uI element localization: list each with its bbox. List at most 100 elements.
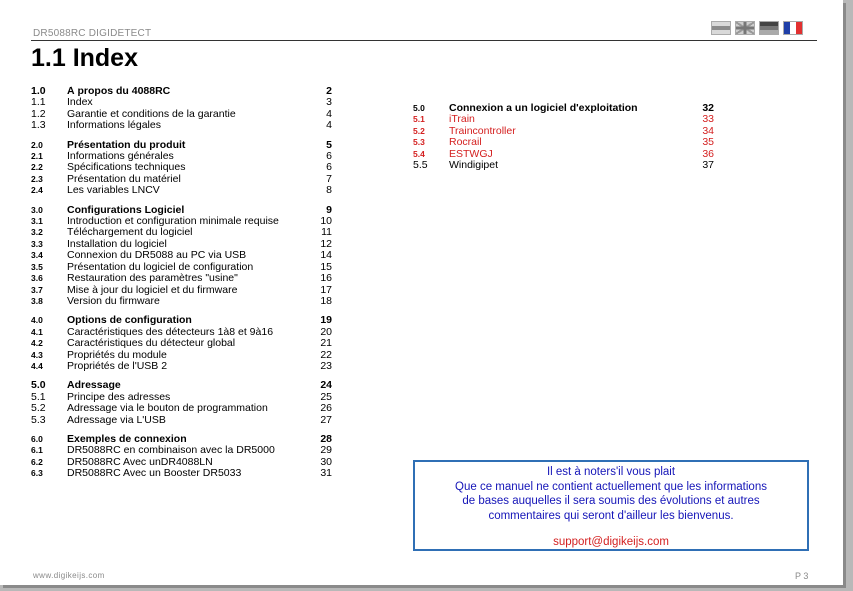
toc-entry[interactable]: 5.0 Adressage 24 [31, 379, 332, 391]
toc-group-gap [31, 197, 332, 205]
toc-entry-title: Adressage via le bouton de programmation [67, 403, 268, 415]
toc-entry[interactable]: 5.1 Principe des adresses 25 [31, 391, 332, 403]
toc-entry[interactable]: 2.1 Informations générales 6 [31, 150, 332, 162]
toc-entry[interactable]: 1.1 Index 3 [31, 96, 332, 108]
language-flags [711, 21, 803, 35]
toc-entry-number: 3.0 [31, 204, 43, 215]
toc-entry[interactable]: 4.2 Caractéristiques du détecteur global 2… [31, 337, 332, 350]
toc-entry[interactable]: 5.5 Windigipet 37 [413, 159, 714, 172]
toc-entry[interactable]: 5.1 iTrain 33 [413, 113, 714, 126]
german-flag-icon[interactable] [759, 21, 779, 35]
toc-entry-page: 8 [326, 184, 332, 197]
toc-entry[interactable]: 5.4 ESTWGJ 36 [413, 148, 714, 160]
toc-entry[interactable]: 6.1 DR5088RC en combinaison avec la DR500… [31, 444, 332, 456]
toc-entry-number: 5.0 [413, 103, 425, 113]
toc-entry-number: 5.1 [413, 114, 425, 125]
toc-entry-title: Introduction et configuration minimale r… [67, 216, 279, 228]
toc-entry[interactable]: 3.8 Version du firmware 18 [31, 295, 332, 307]
toc-entry[interactable]: 6.2 DR5088RC Avec unDR4088LN 30 [31, 456, 332, 468]
toc-entry[interactable]: 3.5 Présentation du logiciel de configura… [31, 261, 332, 273]
uk-flag-icon[interactable] [735, 21, 755, 35]
toc-entry[interactable]: 2.3 Présentation du matériel 7 [31, 173, 332, 185]
toc-entry-number: 6.1 [31, 445, 43, 456]
toc-entry-number: 6.2 [31, 456, 43, 467]
footer-website: www.digikeijs.com [33, 571, 105, 580]
toc-entry-number: 4.4 [31, 360, 43, 371]
toc-entry-title: Windigipet [449, 160, 499, 172]
toc-group-gap [31, 372, 332, 380]
toc-entry[interactable]: 2.4 Les variables LNCV 8 [31, 184, 332, 197]
toc-entry-number: 2.3 [31, 173, 43, 184]
dutch-flag-icon[interactable] [711, 21, 731, 35]
toc-entry-number: 6.3 [31, 468, 43, 479]
header-divider [31, 40, 817, 41]
header-brand: DR5088RC DIGIDETECT [33, 28, 152, 39]
toc-entry-number: 2.1 [31, 151, 43, 162]
toc-entry[interactable]: 3.7 Mise à jour du logiciel et du firmwar… [31, 284, 332, 296]
toc-entry-number: 4.0 [31, 315, 43, 326]
page-title: 1.1 Index [31, 44, 138, 72]
toc-entry[interactable]: 3.4 Connexion du DR5088 au PC via USB 14 [31, 249, 332, 262]
toc-right-column: 5.0 Connexion a un logiciel d'exploitatio… [413, 102, 714, 172]
toc-entry[interactable]: 4.4 Propriétés de l'USB 2 23 [31, 359, 332, 372]
toc-entry-title: ESTWGJ [449, 148, 493, 160]
toc-entry-page: 23 [320, 359, 332, 372]
french-flag-icon[interactable] [783, 21, 803, 35]
toc-entry[interactable]: 4.1 Caractéristiques des détecteurs 1à8 e… [31, 326, 332, 338]
toc-entry[interactable]: 5.2 Traincontroller 34 [413, 125, 714, 137]
toc-entry-title: Installation du logiciel [67, 238, 167, 250]
support-email-link[interactable]: support@digikeijs.com [415, 535, 807, 550]
toc-entry[interactable]: 6.0 Exemples de connexion 28 [31, 433, 332, 445]
toc-entry-number: 4.2 [31, 338, 43, 349]
toc-entry-number: 3.8 [31, 295, 43, 306]
toc-entry-title: Exemples de connexion [67, 433, 187, 445]
toc-entry-number: 3.4 [31, 250, 43, 261]
toc-entry-page: 16 [320, 272, 332, 285]
toc-entry[interactable]: 6.3 DR5088RC Avec un Booster DR5033 31 [31, 467, 332, 480]
toc-entry[interactable]: 4.3 Propriétés du module 22 [31, 349, 332, 361]
notice-line: de bases auquelles il sera soumis des év… [462, 495, 760, 507]
toc-entry[interactable]: 3.1 Introduction et configuration minimal… [31, 215, 332, 228]
toc-entry[interactable]: 3.6 Restauration des paramètres "usine" 16 [31, 272, 332, 285]
toc-entry[interactable]: 3.2 Téléchargement du logiciel 11 [31, 227, 332, 239]
toc-entry[interactable]: 2.0 Présentation du produit 5 [31, 139, 332, 151]
toc-entry-number: 3.7 [31, 284, 43, 295]
toc-entry-number: 3.6 [31, 273, 43, 284]
toc-entry[interactable]: 5.0 Connexion a un logiciel d'exploitatio… [413, 102, 714, 114]
toc-entry[interactable]: 2.2 Spécifications techniques 6 [31, 162, 332, 174]
toc-entry[interactable]: 1.2 Garantie et conditions de la garantie… [31, 108, 332, 120]
toc-entry[interactable]: 5.3 Rocrail 35 [413, 136, 714, 149]
toc-left-column: 1.0 À propos du 4088RC 2 1.1 Index 3 1.2 Garant… [31, 85, 332, 480]
toc-entry-page: 21 [320, 337, 332, 350]
toc-entry-page: 19 [320, 314, 332, 327]
toc-entry-title: Téléchargement du logiciel [67, 227, 193, 239]
toc-entry-title: Informations légales [67, 120, 161, 132]
toc-entry-number: 3.5 [31, 261, 43, 272]
toc-entry-number: 4.3 [31, 349, 43, 360]
toc-entry-page: 35 [702, 136, 714, 149]
toc-entry-title: Garantie et conditions de la garantie [67, 108, 236, 120]
toc-entry-title: DR5088RC Avec un Booster DR5033 [67, 468, 242, 480]
toc-entry[interactable]: 5.3 Adressage via L'USB 27 [31, 414, 332, 426]
toc-entry-title: Version du firmware [67, 295, 160, 307]
toc-entry[interactable]: 1.3 Informations légales 4 [31, 119, 332, 132]
toc-entry[interactable]: 3.0 Configurations Logiciel 9 [31, 204, 332, 216]
toc-entry[interactable]: 5.2 Adressage via le bouton de programmat… [31, 402, 332, 415]
toc-entry-page: 4 [326, 119, 332, 132]
toc-entry[interactable]: 1.0 À propos du 4088RC 2 [31, 85, 332, 97]
toc-entry[interactable]: 4.0 Options de configuration 19 [31, 314, 332, 327]
toc-entry-title: Présentation du matériel [67, 173, 181, 185]
toc-entry-title: Propriétés de l'USB 2 [67, 360, 168, 372]
notice-line: commentaires qui seront d'ailleur les bi… [488, 509, 734, 522]
toc-entry-title: Connexion a un logiciel d'exploitation [449, 103, 638, 114]
toc-entry-title: iTrain [449, 114, 475, 126]
toc-entry-title: Mise à jour du logiciel et du firmware [67, 284, 238, 296]
toc-entry-number: 2.4 [31, 185, 43, 196]
toc-entry-title: Configurations Logiciel [67, 204, 185, 216]
toc-entry-number: 2.0 [31, 139, 43, 150]
toc-entry-number: 5.2 [413, 125, 425, 136]
toc-entry[interactable]: 3.3 Installation du logiciel 12 [31, 238, 332, 250]
toc-entry-number: 1.3 [31, 119, 46, 132]
toc-entry-page: 31 [320, 467, 332, 480]
toc-entry-title: Connexion du DR5088 au PC via USB [67, 250, 247, 262]
